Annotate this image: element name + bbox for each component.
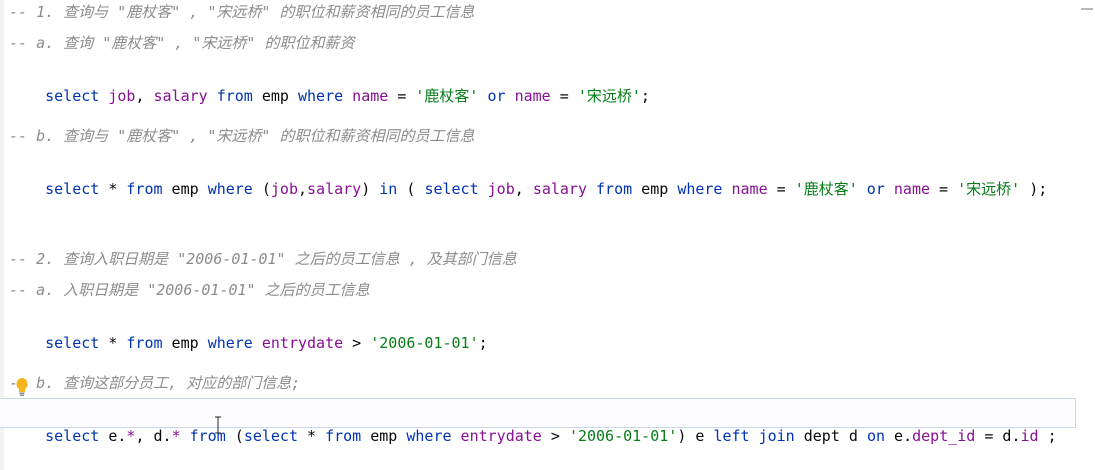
paren-semicolon: ); bbox=[1020, 180, 1048, 198]
code-line-comment-a[interactable]: -- a. 查询 "鹿杖客" , "宋远桥" 的职位和薪资 bbox=[9, 32, 354, 54]
column-salary: salary bbox=[307, 180, 362, 198]
column-entrydate: entrydate bbox=[451, 427, 542, 445]
code-line-comment-2b[interactable]: -- b. 查询这部分员工, 对应的部门信息; bbox=[9, 372, 300, 394]
semicolon: ; bbox=[640, 87, 650, 105]
table-emp: emp bbox=[632, 180, 678, 198]
column-job: job bbox=[478, 180, 515, 198]
table-emp: emp bbox=[162, 180, 208, 198]
keyword-in: in bbox=[379, 180, 398, 198]
keyword-from: from bbox=[207, 87, 253, 105]
operator: = bbox=[767, 180, 795, 198]
column-name: name bbox=[722, 180, 768, 198]
string-literal: '宋远桥' bbox=[957, 180, 1021, 198]
keyword-select: select bbox=[45, 334, 100, 352]
code-line-comment-1[interactable]: -- 1. 查询与 "鹿杖客" , "宋远桥" 的职位和薪资相同的员工信息 bbox=[9, 1, 474, 23]
column-job: job bbox=[99, 87, 136, 105]
alias-e: ) e bbox=[677, 427, 714, 445]
code-line-query-a[interactable]: select job, salary from emp where name =… bbox=[9, 63, 650, 105]
column-salary: salary bbox=[532, 180, 587, 198]
code-line-query-2a[interactable]: select * from emp where entrydate > '200… bbox=[9, 310, 488, 352]
keyword-from: from bbox=[587, 180, 633, 198]
alias-e: e. bbox=[99, 427, 127, 445]
text-cursor-icon bbox=[215, 416, 221, 434]
paren: ( bbox=[397, 180, 425, 198]
operator: > bbox=[343, 334, 371, 352]
string-literal: '鹿杖客' bbox=[794, 180, 858, 198]
paren: ( bbox=[252, 180, 271, 198]
keyword-select: select bbox=[45, 180, 100, 198]
star: * bbox=[298, 427, 326, 445]
punct: , bbox=[514, 180, 533, 198]
star: * bbox=[99, 334, 127, 352]
column-dept-id: dept_id bbox=[912, 427, 976, 445]
table-emp: emp bbox=[252, 87, 298, 105]
column-salary: salary bbox=[153, 87, 208, 105]
star: * bbox=[171, 427, 181, 445]
code-line-comment-b[interactable]: -- b. 查询与 "鹿杖客" , "宋远桥" 的职位和薪资相同的员工信息 bbox=[9, 125, 474, 147]
punct: , bbox=[298, 180, 308, 198]
operator: = bbox=[550, 87, 578, 105]
alias-e: e. bbox=[885, 427, 913, 445]
table-emp: emp bbox=[361, 427, 407, 445]
keyword-or: or bbox=[478, 87, 506, 105]
string-literal: '宋远桥' bbox=[577, 87, 641, 105]
operator: = bbox=[930, 180, 958, 198]
string-literal: '2006-01-01' bbox=[370, 334, 479, 352]
keyword-where: where bbox=[406, 427, 452, 445]
string-literal: '2006-01-01' bbox=[568, 427, 678, 445]
keyword-left-join: left join bbox=[713, 427, 795, 445]
keyword-where: where bbox=[207, 334, 253, 352]
code-line-comment-2a[interactable]: -- a. 入职日期是 "2006-01-01" 之后的员工信息 bbox=[9, 279, 370, 301]
keyword-where: where bbox=[298, 87, 344, 105]
keyword-from: from bbox=[325, 427, 362, 445]
keyword-on: on bbox=[866, 427, 886, 445]
operator: > bbox=[541, 427, 569, 445]
semicolon: ; bbox=[478, 334, 488, 352]
punct: , bbox=[135, 87, 154, 105]
column-id: id bbox=[1020, 427, 1039, 445]
column-name: name bbox=[884, 180, 931, 198]
keyword-from: from bbox=[126, 334, 163, 352]
alias-d: = d. bbox=[975, 427, 1021, 445]
keyword-where: where bbox=[207, 180, 253, 198]
keyword-select: select bbox=[424, 180, 479, 198]
keyword-select: select bbox=[45, 87, 100, 105]
lightbulb-icon[interactable] bbox=[15, 377, 29, 397]
code-line-query-2b[interactable]: select e.*, d.* from (select * from emp … bbox=[9, 403, 1057, 445]
paren: ) bbox=[361, 180, 380, 198]
sql-editor[interactable]: -- 1. 查询与 "鹿杖客" , "宋远桥" 的职位和薪资相同的员工信息 --… bbox=[0, 0, 1095, 470]
table-emp: emp bbox=[162, 334, 208, 352]
keyword-select: select bbox=[45, 427, 100, 445]
star: * bbox=[99, 180, 127, 198]
paren: ( bbox=[225, 427, 244, 445]
keyword-from: from bbox=[126, 180, 163, 198]
table-dept: dept d bbox=[794, 427, 867, 445]
alias-d: , d. bbox=[135, 427, 172, 445]
operator: = bbox=[388, 87, 416, 105]
code-line-comment-2[interactable]: -- 2. 查询入职日期是 "2006-01-01" 之后的员工信息 , 及其部… bbox=[9, 248, 517, 270]
semicolon: ; bbox=[1038, 427, 1057, 445]
keyword-or: or bbox=[857, 180, 885, 198]
string-literal: '鹿杖客' bbox=[415, 87, 479, 105]
code-line-query-b[interactable]: select * from emp where (job,salary) in … bbox=[9, 156, 1047, 198]
column-name: name bbox=[343, 87, 389, 105]
scrollbar-marker[interactable] bbox=[1081, 8, 1093, 10]
keyword-where: where bbox=[677, 180, 723, 198]
column-name: name bbox=[505, 87, 551, 105]
keyword-select: select bbox=[243, 427, 298, 445]
column-job: job bbox=[270, 180, 298, 198]
column-entrydate: entrydate bbox=[252, 334, 344, 352]
